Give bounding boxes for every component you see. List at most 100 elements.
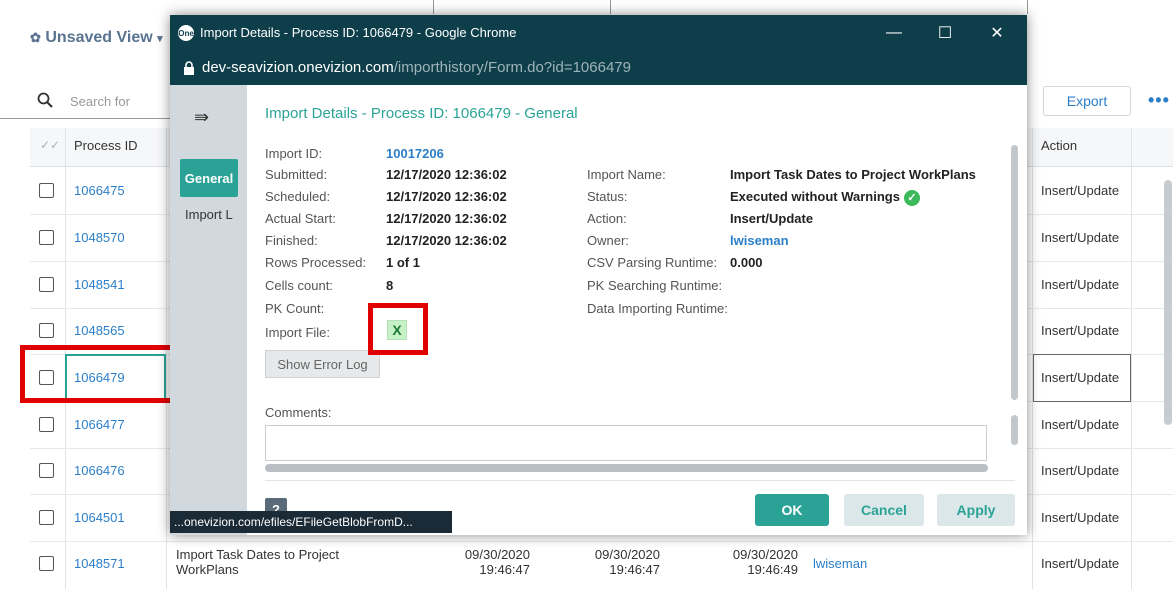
finished-cell: 09/30/2020 19:46:49 — [702, 547, 798, 577]
field-label: Status: — [587, 189, 628, 204]
field-label: Rows Processed: — [265, 255, 367, 270]
owner-link[interactable]: lwiseman — [813, 556, 867, 571]
row-checkbox[interactable] — [39, 277, 54, 292]
field-value: 1 of 1 — [386, 255, 420, 270]
process-id-link[interactable]: 1048570 — [74, 230, 125, 245]
import-name-cell: Import Task Dates to Project WorkPlans — [176, 547, 339, 577]
submitted-cell: 09/30/2020 19:46:47 — [440, 547, 530, 577]
field-value: 12/17/2020 12:36:02 — [386, 211, 507, 226]
expand-sidebar-icon[interactable]: ⇛ — [194, 107, 209, 128]
apply-button[interactable]: Apply — [937, 494, 1015, 526]
action-cell: Insert/Update — [1041, 277, 1120, 292]
maximize-button[interactable]: ☐ — [930, 21, 960, 45]
field-label: Actual Start: — [265, 211, 336, 226]
owner-link[interactable]: lwiseman — [730, 233, 789, 248]
vertical-scrollbar[interactable] — [1011, 145, 1018, 400]
app-logo-icon: One — [178, 25, 194, 41]
field-label: Finished: — [265, 233, 318, 248]
import-details-window: One Import Details - Process ID: 1066479… — [170, 15, 1027, 535]
field-label: Import Name: — [587, 167, 666, 182]
field-label: PK Searching Runtime: — [587, 278, 723, 293]
row-checkbox[interactable] — [39, 417, 54, 432]
field-label: Scheduled: — [265, 189, 331, 204]
action-cell: Insert/Update — [1041, 463, 1120, 478]
horizontal-scrollbar[interactable] — [265, 464, 988, 472]
search-input[interactable]: Search for — [70, 94, 130, 109]
more-options-icon[interactable]: ••• — [1148, 90, 1170, 111]
field-value: 12/17/2020 12:36:02 — [386, 189, 507, 204]
row-checkbox[interactable] — [39, 323, 54, 338]
url-path: /importhistory/Form.do?id=1066479 — [393, 59, 631, 76]
show-error-log-button[interactable]: Show Error Log — [265, 350, 380, 378]
action-cell: Insert/Update — [1041, 183, 1120, 198]
row-checkbox[interactable] — [39, 463, 54, 478]
action-cell: Insert/Update — [1041, 230, 1120, 245]
process-id-link[interactable]: 1066476 — [74, 463, 125, 478]
process-id-link[interactable]: 1064501 — [74, 510, 125, 525]
divider — [0, 118, 170, 119]
close-button[interactable]: ✕ — [982, 21, 1012, 45]
selected-cell-outline — [1033, 354, 1131, 402]
column-header-process-id[interactable]: Process ID — [74, 138, 138, 153]
select-all-icon[interactable]: ✓✓ — [40, 138, 60, 152]
column-header-action[interactable]: Action — [1041, 138, 1077, 153]
window-titlebar[interactable]: One Import Details - Process ID: 1066479… — [170, 15, 1027, 51]
date-text: 09/30/2020 — [594, 547, 660, 562]
gear-icon: ✿ — [30, 30, 41, 45]
field-label: PK Count: — [265, 301, 325, 316]
field-value: 12/17/2020 12:36:02 — [386, 167, 507, 182]
view-title[interactable]: ✿ Unsaved View ▾ — [30, 29, 163, 47]
vertical-scrollbar[interactable] — [1011, 415, 1018, 445]
status-value: Executed without Warnings ✓ — [730, 189, 920, 206]
field-value: 12/17/2020 12:36:02 — [386, 233, 507, 248]
form-sidebar — [170, 85, 247, 535]
grid-scrollbar[interactable] — [1164, 180, 1172, 425]
field-label: Import ID: — [265, 146, 323, 161]
view-title-text: Unsaved View — [45, 29, 153, 46]
minimize-button[interactable]: — — [879, 21, 909, 45]
top-border — [0, 0, 1173, 14]
row-checkbox[interactable] — [39, 556, 54, 571]
divider — [265, 480, 1015, 481]
row-checkbox[interactable] — [39, 183, 54, 198]
time-text: 19:46:47 — [609, 562, 660, 577]
process-id-link[interactable]: 1048541 — [74, 277, 125, 292]
date-text: 09/30/2020 — [464, 547, 530, 562]
process-id-link[interactable]: 1048565 — [74, 323, 125, 338]
chevron-down-icon: ▾ — [157, 33, 163, 45]
ok-button[interactable]: OK — [755, 494, 829, 526]
action-cell: Insert/Update — [1041, 323, 1120, 338]
process-id-link[interactable]: 1066477 — [74, 417, 125, 432]
cancel-button[interactable]: Cancel — [844, 494, 924, 526]
field-label: Owner: — [587, 233, 629, 248]
row-checkbox[interactable] — [39, 230, 54, 245]
url-text[interactable]: dev-seavizion.onevizion.com/importhistor… — [202, 59, 631, 76]
field-label: Cells count: — [265, 278, 333, 293]
date-text: 09/30/2020 — [732, 547, 798, 562]
highlight-box — [20, 345, 185, 403]
field-label: Import File: — [265, 325, 331, 340]
comments-textarea[interactable] — [265, 425, 987, 461]
time-text: 19:46:47 — [479, 562, 530, 577]
field-value: 0.000 — [730, 255, 763, 270]
tab-import-log[interactable]: Import L — [185, 207, 243, 222]
action-cell: Insert/Update — [1041, 510, 1120, 525]
tab-general[interactable]: General — [180, 159, 238, 197]
table-row[interactable]: 1048571 Import Task Dates to Project Wor… — [30, 541, 1173, 587]
comments-label: Comments: — [265, 405, 332, 420]
search-icon — [37, 92, 53, 108]
window-title: Import Details - Process ID: 1066479 - G… — [200, 25, 517, 40]
export-button[interactable]: Export — [1043, 86, 1131, 116]
action-cell: Insert/Update — [1041, 417, 1120, 432]
started-cell: 09/30/2020 19:46:47 — [570, 547, 660, 577]
check-circle-icon: ✓ — [903, 189, 920, 206]
lock-icon — [183, 61, 195, 75]
field-label: Action: — [587, 211, 627, 226]
import-id-link[interactable]: 10017206 — [386, 146, 444, 161]
process-id-link[interactable]: 1048571 — [74, 556, 125, 571]
row-checkbox[interactable] — [39, 510, 54, 525]
field-value: 8 — [386, 278, 394, 293]
process-id-link[interactable]: 1066475 — [74, 183, 125, 198]
page-title: Import Details - Process ID: 1066479 - G… — [265, 105, 578, 122]
field-label: CSV Parsing Runtime: — [587, 255, 718, 270]
